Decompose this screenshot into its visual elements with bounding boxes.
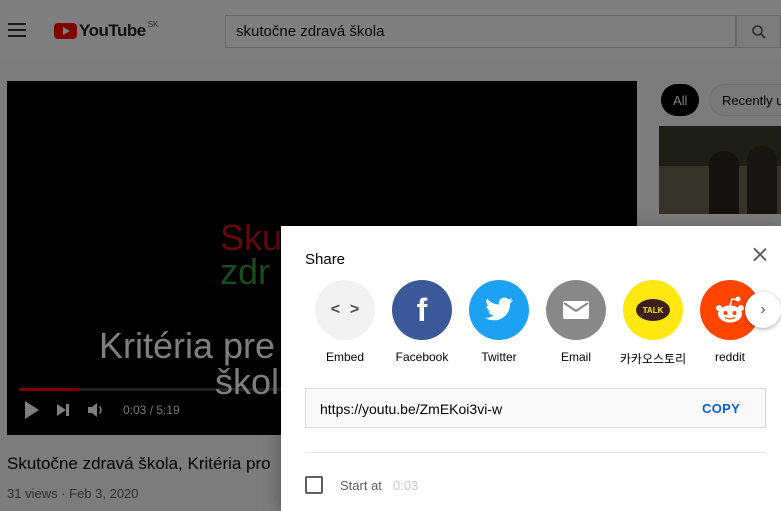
share-twitter-button[interactable]: Twitter bbox=[461, 280, 537, 364]
share-label: Embed bbox=[325, 350, 365, 364]
share-label: reddit bbox=[714, 350, 746, 364]
share-label: Email bbox=[560, 350, 591, 364]
close-icon[interactable] bbox=[748, 243, 772, 267]
kakao-talk-badge: TALK bbox=[636, 299, 670, 321]
copy-button[interactable]: COPY bbox=[702, 401, 740, 416]
share-embed-button[interactable]: < > Embed bbox=[307, 280, 383, 364]
share-dialog: Share < > Embed f Facebook Twitter Email… bbox=[281, 226, 781, 511]
embed-icon: < > bbox=[315, 280, 375, 340]
share-url-box: https://youtu.be/ZmEKoi3vi-w COPY bbox=[305, 388, 766, 428]
share-label: Twitter bbox=[481, 350, 517, 364]
kakaostory-icon: TALK bbox=[623, 280, 683, 340]
share-dialog-title: Share bbox=[305, 251, 346, 268]
twitter-icon bbox=[469, 280, 529, 340]
share-email-button[interactable]: Email bbox=[538, 280, 614, 364]
share-facebook-button[interactable]: f Facebook bbox=[384, 280, 460, 364]
share-targets: < > Embed f Facebook Twitter Email TALK … bbox=[307, 280, 781, 370]
start-at-time-input[interactable]: 0:03 bbox=[393, 478, 418, 493]
email-icon bbox=[546, 280, 606, 340]
share-label: Facebook bbox=[395, 350, 449, 364]
next-share-targets-button[interactable]: › bbox=[745, 292, 781, 328]
start-at-label: Start at bbox=[340, 478, 382, 493]
share-kakaostory-button[interactable]: TALK 카카오스토리 bbox=[615, 280, 691, 367]
divider bbox=[305, 452, 766, 453]
share-label: 카카오스토리 bbox=[619, 352, 687, 366]
facebook-icon: f bbox=[392, 280, 452, 340]
share-url[interactable]: https://youtu.be/ZmEKoi3vi-w bbox=[320, 401, 502, 417]
chevron-right-icon: › bbox=[760, 301, 766, 318]
start-at-checkbox[interactable] bbox=[305, 476, 323, 494]
